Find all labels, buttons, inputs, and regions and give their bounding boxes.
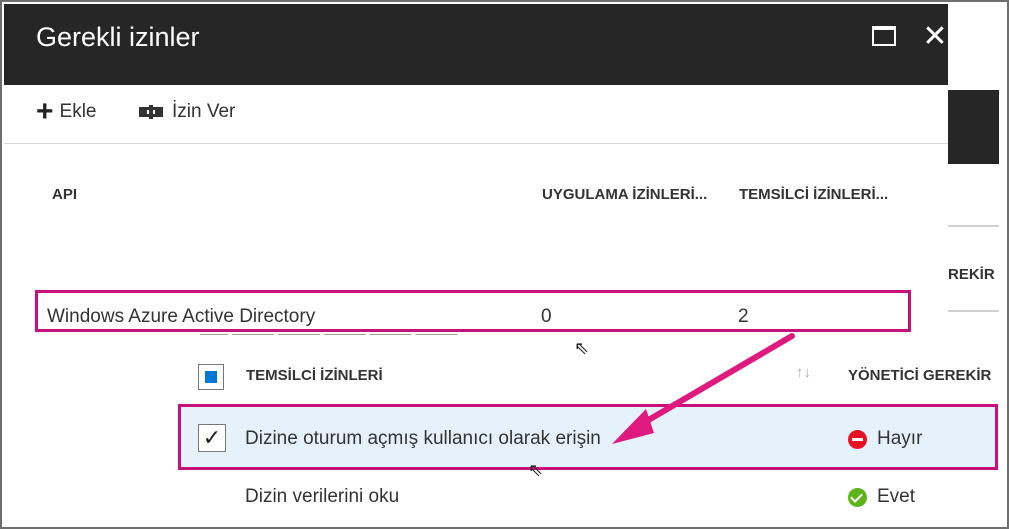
column-header-api: API [52, 186, 78, 203]
background-blade-divider [948, 225, 999, 227]
mouse-pointer-icon: ⇖ [528, 460, 544, 480]
select-all-checkbox[interactable] [198, 364, 224, 390]
background-blade-column-header: REKİR [948, 266, 995, 283]
background-blade-header [948, 90, 999, 164]
column-header-delegated-permissions: TEMSİLCİ İZİNLERİ... [739, 186, 889, 203]
delegated-permissions-count: 2 [738, 306, 749, 327]
admin-required-value: Hayır [877, 428, 923, 449]
permission-label[interactable]: Dizin verilerini oku [245, 486, 399, 508]
grant-permissions-label: İzin Ver [172, 101, 236, 122]
obscured-text: —— ——— ——— ——— ——— ——— [200, 330, 458, 338]
admin-required-header: YÖNETİCİ GEREKİR [848, 367, 992, 384]
column-header-app-permissions: UYGULAMA İZİNLERİ... [542, 186, 708, 203]
api-name-cell: Windows Azure Active Directory [47, 306, 316, 327]
sort-icon[interactable]: ↑↓ [796, 364, 811, 381]
cursor-icon: ⇖ [574, 338, 590, 358]
background-blade-divider [948, 310, 999, 312]
permission-label: Dizine oturum açmış kullanıcı olarak eri… [245, 428, 601, 449]
admin-required-status: Hayır [848, 428, 922, 450]
command-bar: + Ekle İzin Ver [4, 85, 948, 144]
blade-title: Gerekli izinler [36, 22, 200, 52]
close-icon[interactable]: ✕ [920, 20, 950, 54]
blocked-icon [848, 429, 867, 449]
maximize-icon[interactable] [872, 26, 896, 46]
admin-required-status: Evet [848, 486, 915, 508]
blade-header: Gerekli izinler ✕ [4, 4, 948, 85]
check-circle-icon [848, 487, 867, 507]
key-icon [139, 105, 163, 119]
add-button-label: Ekle [59, 101, 97, 122]
permission-checkbox[interactable]: ✓ [198, 424, 226, 452]
add-button[interactable]: + Ekle [36, 95, 97, 128]
admin-required-value: Evet [877, 486, 916, 507]
grant-permissions-button[interactable]: İzin Ver [138, 101, 235, 123]
app-permissions-count: 0 [541, 306, 552, 327]
delegated-permissions-header: TEMSİLCİ İZİNLERİ [246, 367, 383, 384]
plus-icon: + [36, 95, 54, 128]
